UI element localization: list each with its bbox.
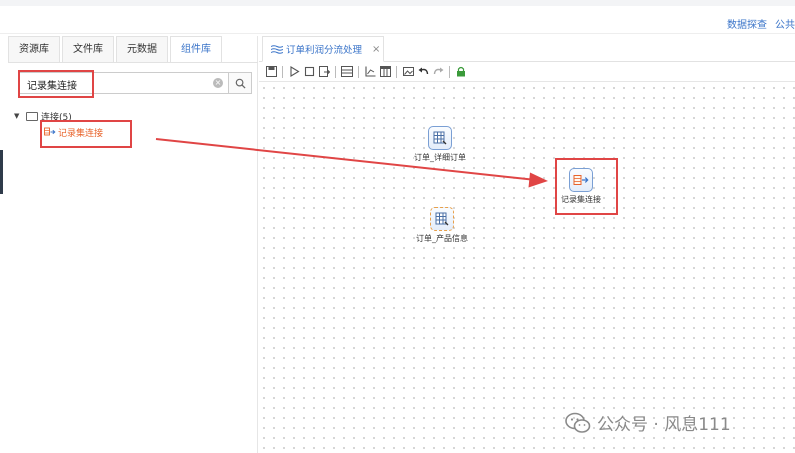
top-bar: 数据探查 公共 xyxy=(0,0,795,34)
link-public[interactable]: 公共 xyxy=(775,16,795,31)
left-edge-mark xyxy=(0,150,3,194)
node-order-product-label: 订单_产品信息 xyxy=(416,233,468,244)
node-order-product[interactable]: 订单_产品信息 xyxy=(416,207,468,244)
watermark: 公众号 · 风息111 xyxy=(565,410,731,435)
toolbar-separator xyxy=(358,65,359,78)
tab-metadata[interactable]: 元数据 xyxy=(116,36,168,62)
toolbar-separator xyxy=(396,65,397,78)
node-order-detail[interactable]: 订单_详细订单 xyxy=(414,126,466,163)
highlight-canvas-node xyxy=(555,158,618,215)
editor-tab-bar: 订单利润分流处理 × xyxy=(259,36,795,62)
toolbar-separator xyxy=(449,65,450,78)
caret-down-icon[interactable]: ▼ xyxy=(14,112,26,120)
top-strip xyxy=(0,0,795,6)
stop-icon[interactable] xyxy=(303,66,315,78)
tab-resource-library[interactable]: 资源库 xyxy=(8,36,60,62)
wechat-icon xyxy=(565,412,591,433)
table-input-icon xyxy=(433,131,447,145)
table-icon[interactable] xyxy=(379,66,391,78)
tab-component-library[interactable]: 组件库 xyxy=(170,36,222,62)
node-order-detail-box[interactable] xyxy=(428,126,452,150)
export-icon[interactable] xyxy=(318,66,330,78)
lock-icon[interactable] xyxy=(455,66,467,78)
chart-icon[interactable] xyxy=(364,66,376,78)
close-icon[interactable]: × xyxy=(372,44,380,55)
editor-tab-order-profit-flow[interactable]: 订单利润分流处理 × xyxy=(262,36,384,62)
highlight-tree-item xyxy=(40,120,132,148)
node-order-product-box[interactable] xyxy=(430,207,454,231)
toolbar-separator xyxy=(282,65,283,78)
run-icon[interactable] xyxy=(288,66,300,78)
grid-icon[interactable] xyxy=(341,66,353,78)
undo-icon[interactable] xyxy=(417,66,429,78)
table-input-icon xyxy=(435,212,449,226)
tabs-divider xyxy=(8,62,258,63)
redo-icon[interactable] xyxy=(432,66,444,78)
search-button[interactable] xyxy=(228,72,252,94)
node-order-detail-label: 订单_详细订单 xyxy=(414,152,466,163)
link-data-explore[interactable]: 数据探查 xyxy=(727,16,767,31)
search-icon xyxy=(235,78,246,89)
image-icon[interactable] xyxy=(402,66,414,78)
clear-circle-icon[interactable]: × xyxy=(213,78,223,88)
toolbar-separator xyxy=(335,65,336,78)
save-icon[interactable] xyxy=(265,66,277,78)
flow-canvas[interactable] xyxy=(259,83,795,453)
flow-icon xyxy=(271,44,283,54)
watermark-text: 公众号 · 风息111 xyxy=(597,415,731,435)
left-tabs: 资源库 文件库 元数据 组件库 xyxy=(8,36,224,62)
editor-toolbar xyxy=(259,62,795,82)
editor-tab-label: 订单利润分流处理 xyxy=(286,45,363,56)
folder-icon xyxy=(26,111,38,121)
left-panel: 资源库 文件库 元数据 组件库 × ▼ 连接(5) 记录集连接 xyxy=(8,36,258,453)
highlight-search-box xyxy=(18,70,94,98)
left-edge xyxy=(0,34,8,453)
tab-file-library[interactable]: 文件库 xyxy=(62,36,114,62)
top-links: 数据探查 公共 xyxy=(727,16,795,31)
